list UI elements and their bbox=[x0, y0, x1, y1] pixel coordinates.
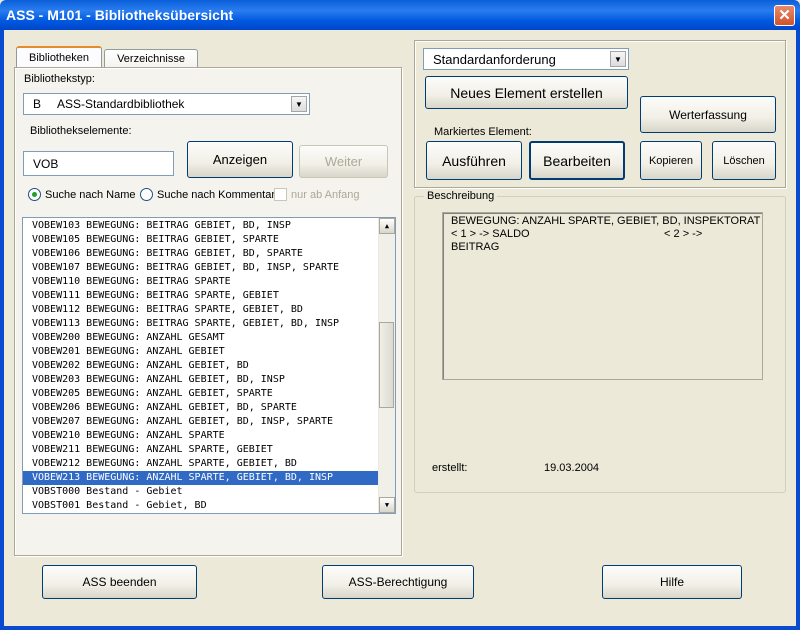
list-item[interactable]: VOBEW113 BEWEGUNG: BEITRAG SPARTE, GEBIE… bbox=[23, 317, 378, 331]
new-element-label: Neues Element erstellen bbox=[450, 84, 603, 101]
library-type-value: ASS-Standardbibliothek bbox=[57, 97, 185, 111]
next-button[interactable]: Weiter bbox=[299, 145, 388, 178]
marked-element-label: Markiertes Element: bbox=[434, 126, 532, 138]
list-item[interactable]: VOBEW202 BEWEGUNG: ANZAHL GEBIET, BD bbox=[23, 359, 378, 373]
next-button-label: Weiter bbox=[324, 154, 363, 169]
tab-label: Bibliotheken bbox=[29, 52, 89, 64]
list-item[interactable]: VOBEW200 BEWEGUNG: ANZAHL GESAMT bbox=[23, 331, 378, 345]
scroll-down-icon[interactable]: ▼ bbox=[379, 497, 395, 513]
list-item[interactable]: VOBEW207 BEWEGUNG: ANZAHL GEBIET, BD, IN… bbox=[23, 415, 378, 429]
close-icon: ✕ bbox=[778, 7, 791, 24]
description-legend: Beschreibung bbox=[424, 190, 498, 202]
list-item[interactable]: VOBEW211 BEWEGUNG: ANZAHL SPARTE, GEBIET bbox=[23, 443, 378, 457]
checkbox-icon bbox=[274, 188, 287, 201]
list-item[interactable]: VOBEW111 BEWEGUNG: BEITRAG SPARTE, GEBIE… bbox=[23, 289, 378, 303]
value-entry-button[interactable]: Werterfassung bbox=[640, 96, 776, 133]
radio-checked-icon bbox=[28, 188, 41, 201]
list-item[interactable]: VOBEW213 BEWEGUNG: ANZAHL SPARTE, GEBIET… bbox=[23, 471, 378, 485]
edit-label: Bearbeiten bbox=[543, 152, 611, 169]
list-item[interactable]: VOBEW203 BEWEGUNG: ANZAHL GEBIET, BD, IN… bbox=[23, 373, 378, 387]
library-type-code: B bbox=[33, 97, 42, 111]
execute-label: Ausführen bbox=[442, 152, 506, 169]
radio-comment-label: Suche nach Kommentar bbox=[157, 188, 276, 201]
help-button[interactable]: Hilfe bbox=[602, 565, 742, 599]
checkbox-start-label: nur ab Anfang bbox=[291, 188, 360, 201]
scroll-up-icon[interactable]: ▲ bbox=[379, 218, 395, 234]
radio-unchecked-icon bbox=[140, 188, 153, 201]
list-item[interactable]: VOBEW112 BEWEGUNG: BEITRAG SPARTE, GEBIE… bbox=[23, 303, 378, 317]
delete-button[interactable]: Löschen bbox=[712, 141, 776, 180]
list-item[interactable]: VOBEW106 BEWEGUNG: BEITRAG GEBIET, BD, S… bbox=[23, 247, 378, 261]
permission-label: ASS-Berechtigung bbox=[348, 575, 448, 589]
tab-label: Verzeichnisse bbox=[117, 53, 185, 65]
window-frame-left bbox=[0, 30, 4, 630]
list-item[interactable]: VOBEW110 BEWEGUNG: BEITRAG SPARTE bbox=[23, 275, 378, 289]
edit-button[interactable]: Bearbeiten bbox=[529, 141, 625, 180]
chevron-down-icon[interactable]: ▼ bbox=[610, 51, 626, 67]
checkbox-start-only[interactable]: nur ab Anfang bbox=[274, 188, 360, 201]
list-rows: VOBEW103 BEWEGUNG: BEITRAG GEBIET, BD, I… bbox=[23, 219, 378, 513]
list-item[interactable]: VOBEW212 BEWEGUNG: ANZAHL SPARTE, GEBIET… bbox=[23, 457, 378, 471]
window-title: ASS - M101 - Bibliotheksübersicht bbox=[6, 7, 234, 23]
window-frame-bottom bbox=[0, 626, 800, 630]
new-element-button[interactable]: Neues Element erstellen bbox=[425, 76, 628, 109]
list-item[interactable]: VOBEW103 BEWEGUNG: BEITRAG GEBIET, BD, I… bbox=[23, 219, 378, 233]
list-item[interactable]: VOBEW206 BEWEGUNG: ANZAHL GEBIET, BD, SP… bbox=[23, 401, 378, 415]
quit-button[interactable]: ASS beenden bbox=[42, 565, 197, 599]
copy-label: Kopieren bbox=[648, 154, 694, 167]
list-item[interactable]: VOBST000 Bestand - Gebiet bbox=[23, 485, 378, 499]
search-input-value: VOB bbox=[33, 157, 59, 171]
list-item[interactable]: VOBEW210 BEWEGUNG: ANZAHL SPARTE bbox=[23, 429, 378, 443]
list-item[interactable]: VOBEW107 BEWEGUNG: BEITRAG GEBIET, BD, I… bbox=[23, 261, 378, 275]
list-item[interactable]: VOBEW105 BEWEGUNG: BEITRAG GEBIET, SPART… bbox=[23, 233, 378, 247]
radio-search-comment[interactable]: Suche nach Kommentar bbox=[140, 188, 275, 201]
created-label: erstellt: bbox=[432, 462, 468, 474]
window-frame-right bbox=[796, 30, 800, 630]
radio-name-label: Suche nach Name bbox=[45, 188, 136, 201]
elements-label: Bibliothekselemente: bbox=[30, 125, 132, 137]
library-type-label: Bibliothekstyp: bbox=[24, 73, 95, 85]
quit-label: ASS beenden bbox=[82, 575, 157, 589]
tab-bibliotheken[interactable]: Bibliotheken bbox=[16, 46, 102, 68]
copy-button[interactable]: Kopieren bbox=[640, 141, 702, 180]
request-select-value: Standardanforderung bbox=[433, 52, 556, 67]
delete-label: Löschen bbox=[723, 154, 765, 167]
description-text: BEWEGUNG: ANZAHL SPARTE, GEBIET, BD, INS… bbox=[442, 212, 763, 380]
tab-verzeichnisse[interactable]: Verzeichnisse bbox=[104, 49, 198, 68]
title-bar: ASS - M101 - Bibliotheksübersicht bbox=[0, 0, 800, 30]
help-label: Hilfe bbox=[659, 575, 684, 589]
list-scrollbar[interactable]: ▲ ▼ bbox=[378, 218, 395, 513]
list-item[interactable]: VOBEW201 BEWEGUNG: ANZAHL GEBIET bbox=[23, 345, 378, 359]
element-list[interactable]: VOBEW103 BEWEGUNG: BEITRAG GEBIET, BD, I… bbox=[22, 217, 396, 514]
created-date: 19.03.2004 bbox=[544, 462, 600, 474]
execute-button[interactable]: Ausführen bbox=[426, 141, 522, 180]
radio-search-name[interactable]: Suche nach Name bbox=[28, 188, 136, 201]
request-select[interactable]: Standardanforderung ▼ bbox=[423, 48, 629, 70]
value-entry-label: Werterfassung bbox=[669, 107, 747, 122]
show-button[interactable]: Anzeigen bbox=[187, 141, 293, 178]
scroll-thumb[interactable] bbox=[379, 322, 394, 408]
show-button-label: Anzeigen bbox=[212, 152, 268, 167]
permission-button[interactable]: ASS-Berechtigung bbox=[322, 565, 474, 599]
chevron-down-icon[interactable]: ▼ bbox=[291, 96, 307, 112]
close-button[interactable]: ✕ bbox=[774, 5, 795, 26]
list-item[interactable]: VOBEW205 BEWEGUNG: ANZAHL GEBIET, SPARTE bbox=[23, 387, 378, 401]
library-type-select[interactable]: B ASS-Standardbibliothek ▼ bbox=[23, 93, 310, 115]
search-input[interactable]: VOB bbox=[23, 151, 174, 176]
list-item[interactable]: VOBST001 Bestand - Gebiet, BD bbox=[23, 499, 378, 513]
